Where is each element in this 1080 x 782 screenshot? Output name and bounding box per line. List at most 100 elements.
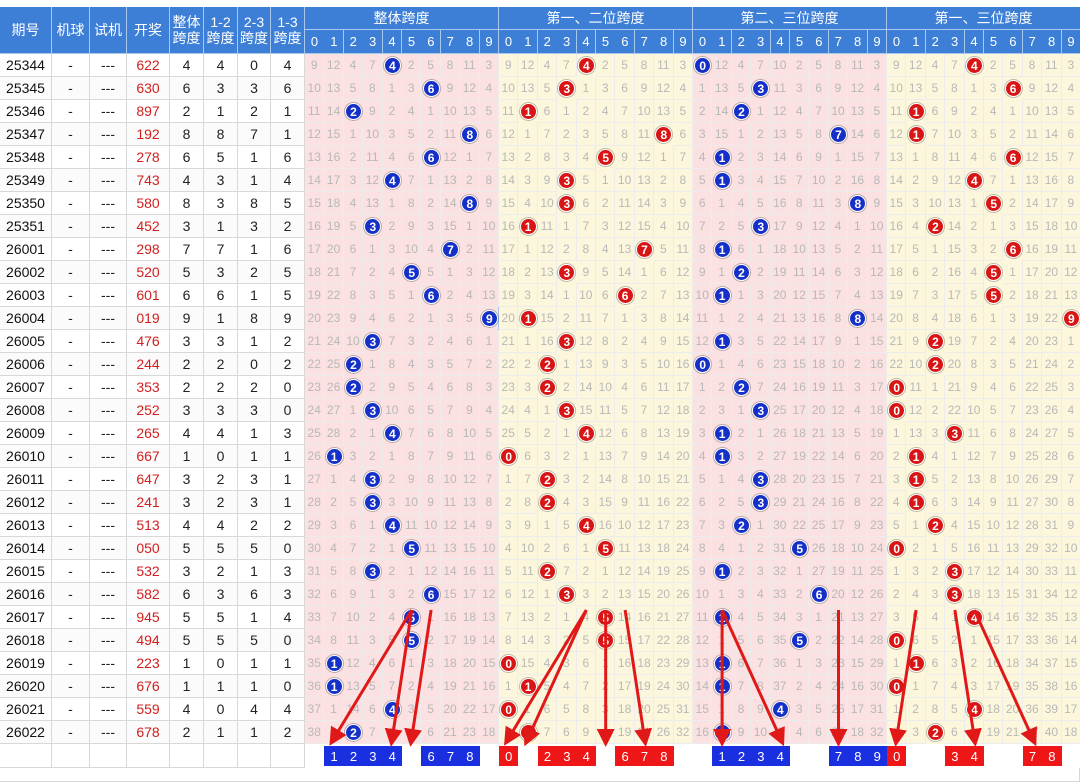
header-draw[interactable]: 开奖 [127, 7, 170, 54]
digit-header[interactable]: 9 [479, 30, 500, 54]
digit-header[interactable]: 3 [363, 30, 384, 54]
digit-header[interactable]: 9 [1061, 30, 1080, 54]
span-23-cell: 3 [238, 215, 271, 238]
header-test-draw[interactable]: 试机 [90, 7, 127, 54]
digit-header[interactable]: 7 [440, 30, 461, 54]
omission-cell: 15 [673, 330, 693, 353]
forecast-pick[interactable]: 3 [945, 746, 965, 766]
forecast-pick[interactable]: 3 [751, 746, 771, 766]
digit-header[interactable]: 6 [421, 30, 442, 54]
span-hit-ball: 1 [713, 563, 731, 580]
digit-header[interactable]: 0 [499, 30, 519, 54]
omission-cell: 16 [945, 261, 965, 284]
digit-header[interactable]: 6 [1003, 30, 1024, 54]
omission-cell: 8 [945, 77, 965, 100]
omission-cell: 6 [557, 721, 577, 744]
forecast-pick[interactable]: 2 [343, 746, 364, 766]
omission-cell: 15 [324, 123, 344, 146]
span-total-cell: 5 [170, 537, 204, 560]
digit-header[interactable]: 4 [770, 30, 791, 54]
forecast-pick[interactable]: 2 [731, 746, 752, 766]
digit-header[interactable]: 3 [751, 30, 772, 54]
forecast-pick[interactable]: 7 [1022, 746, 1043, 766]
digit-header[interactable]: 0 [305, 30, 325, 54]
digit-header[interactable]: 3 [945, 30, 966, 54]
digit-header[interactable]: 1 [712, 30, 733, 54]
zone-header[interactable]: 第二、三位跨度 [693, 7, 887, 30]
machine-ball-cell: - [52, 583, 90, 606]
omission-cell: 28 [305, 491, 325, 514]
digit-header[interactable]: 2 [537, 30, 558, 54]
omission-cell: 2 [906, 698, 926, 721]
digit-header[interactable]: 4 [382, 30, 403, 54]
digit-header[interactable]: 8 [654, 30, 675, 54]
digit-header[interactable]: 2 [925, 30, 946, 54]
digit-header[interactable]: 1 [906, 30, 927, 54]
digit-header[interactable]: 8 [460, 30, 481, 54]
forecast-pick[interactable]: 9 [867, 746, 887, 766]
header-span-13[interactable]: 1-3 跨度 [271, 7, 305, 54]
forecast-pick[interactable]: 4 [382, 746, 402, 766]
digit-header[interactable]: 5 [790, 30, 810, 54]
span-hit-ball: 6 [616, 287, 634, 304]
digit-header[interactable]: 0 [887, 30, 907, 54]
header-issue[interactable]: 期号 [0, 7, 52, 54]
header-span-23[interactable]: 2-3 跨度 [238, 7, 271, 54]
header-span-total[interactable]: 整体 跨度 [170, 7, 204, 54]
omission-cell: 18 [615, 698, 635, 721]
omission-cell: 27 [867, 606, 887, 629]
digit-header[interactable]: 9 [673, 30, 694, 54]
forecast-pick[interactable]: 4 [576, 746, 596, 766]
forecast-pick[interactable]: 1 [324, 746, 344, 766]
header-machine-ball[interactable]: 机球 [52, 7, 90, 54]
forecast-pick[interactable]: 8 [1042, 746, 1062, 766]
span-23-cell: 1 [238, 169, 271, 192]
digit-header[interactable]: 0 [693, 30, 713, 54]
forecast-pick[interactable]: 3 [363, 746, 383, 766]
digit-header[interactable]: 2 [731, 30, 752, 54]
digit-header[interactable]: 5 [596, 30, 616, 54]
forecast-pick[interactable]: 7 [634, 746, 655, 766]
forecast-pick[interactable]: 8 [460, 746, 480, 766]
zone-header[interactable]: 第一、三位跨度 [887, 7, 1080, 30]
digit-header[interactable]: 5 [402, 30, 422, 54]
zone-header[interactable]: 第一、二位跨度 [499, 7, 693, 30]
forecast-pick[interactable]: 6 [615, 746, 635, 766]
forecast-pick[interactable]: 1 [712, 746, 732, 766]
omission-cell: 4 [343, 192, 364, 215]
forecast-pick[interactable]: 3 [557, 746, 577, 766]
digit-header[interactable]: 2 [343, 30, 364, 54]
zone-header[interactable]: 整体跨度 [305, 7, 499, 30]
header-span-12[interactable]: 1-2 跨度 [204, 7, 238, 54]
digit-header[interactable]: 8 [848, 30, 869, 54]
forecast-pick[interactable]: 0 [499, 746, 519, 766]
omission-cell: 5 [984, 123, 1004, 146]
digit-header[interactable]: 7 [1022, 30, 1043, 54]
span-hit-ball: 6 [422, 287, 440, 304]
forecast-pick[interactable]: 7 [828, 746, 849, 766]
forecast-pick[interactable]: 8 [848, 746, 868, 766]
forecast-pick[interactable]: 8 [654, 746, 674, 766]
digit-header[interactable]: 1 [324, 30, 345, 54]
omission-cell: 15 [693, 698, 713, 721]
digit-header[interactable]: 1 [518, 30, 539, 54]
digit-header[interactable]: 9 [867, 30, 888, 54]
forecast-pick[interactable]: 2 [537, 746, 558, 766]
omission-cell: 6 [557, 537, 577, 560]
digit-header[interactable]: 6 [809, 30, 830, 54]
digit-header[interactable]: 5 [984, 30, 1004, 54]
digit-header[interactable]: 4 [576, 30, 597, 54]
digit-header[interactable]: 8 [1042, 30, 1063, 54]
forecast-pick[interactable]: 0 [887, 746, 907, 766]
digit-header[interactable]: 6 [615, 30, 636, 54]
forecast-pick[interactable]: 4 [964, 746, 984, 766]
machine-ball-cell: - [52, 330, 90, 353]
forecast-pick[interactable]: 6 [421, 746, 441, 766]
omission-cell: 10 [343, 330, 364, 353]
forecast-pick[interactable]: 7 [440, 746, 461, 766]
forecast-pick[interactable]: 4 [770, 746, 790, 766]
digit-header[interactable]: 4 [964, 30, 985, 54]
digit-header[interactable]: 7 [828, 30, 849, 54]
digit-header[interactable]: 3 [557, 30, 578, 54]
digit-header[interactable]: 7 [634, 30, 655, 54]
